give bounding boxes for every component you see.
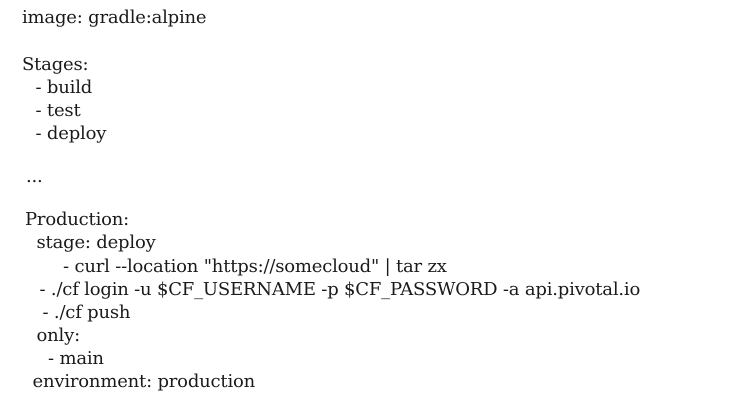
ellipsis: ... xyxy=(26,166,43,187)
curl-command: - curl --location "https://somecloud" | … xyxy=(52,256,447,277)
code-snippet: image: gradle:alpine Stages: - build - t… xyxy=(0,0,749,404)
image-line: image: gradle:alpine xyxy=(22,7,207,28)
environment-line: environment: production xyxy=(27,371,256,392)
production-heading: Production: xyxy=(25,209,130,230)
stage-line: stage: deploy xyxy=(31,232,156,253)
stage-build: - build xyxy=(30,77,93,98)
stage-test: - test xyxy=(30,100,81,121)
cf-login-command: - ./cf login -u $CF_USERNAME -p $CF_PASS… xyxy=(34,279,641,300)
cf-push-command: - ./cf push xyxy=(37,302,131,323)
stages-heading: Stages: xyxy=(22,54,89,75)
only-main: - main xyxy=(37,348,104,369)
stage-deploy: - deploy xyxy=(30,123,107,144)
only-key: only: xyxy=(31,325,81,346)
